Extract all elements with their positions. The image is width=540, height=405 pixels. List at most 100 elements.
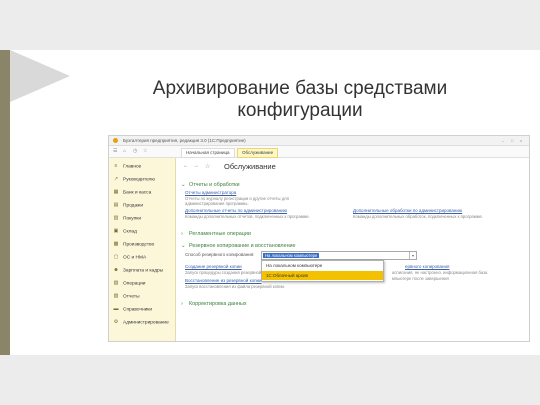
restore-backup-desc: Запуск восстановления из файла резервной… <box>185 284 286 289</box>
backup-settings-desc1: асписания, не настроено, информационная … <box>392 270 488 275</box>
main-content: ← → ☆ Обслуживание ⌄ Отчеты и обработки О… <box>177 158 529 341</box>
app-logo-icon <box>113 138 118 143</box>
sidebar-item-catalogs[interactable]: ▬ Справочники <box>113 306 175 314</box>
section-regulations-label: Регламентные операции <box>189 231 251 237</box>
chevron-down-icon: ⌄ <box>181 182 186 188</box>
operations-icon: ▧ <box>113 280 119 286</box>
dropdown-option-cloud[interactable]: 1С:Облачный архив <box>262 271 383 280</box>
sidebar-item-label: Справочники <box>123 307 153 313</box>
menu-icon[interactable]: ☰ <box>113 149 118 154</box>
additional-reports-link[interactable]: Дополнительные отчеты по администрирован… <box>185 208 287 213</box>
create-backup-link[interactable]: Создание резервной копии <box>185 264 242 269</box>
chevron-right-icon: › <box>181 301 183 307</box>
sales-icon: ▤ <box>113 202 119 208</box>
section-reports[interactable]: ⌄ Отчеты и обработки <box>181 182 240 188</box>
create-backup-desc: Запуск процедуры создания резервной <box>185 270 262 275</box>
tab-service-label: Обслуживание <box>242 150 274 155</box>
forward-icon[interactable]: → <box>193 163 199 169</box>
section-regulations[interactable]: › Регламентные операции <box>181 231 251 237</box>
slide-title-line1: Архивирование базы средствами <box>152 78 448 99</box>
admin-reports-desc2: администрирования программы. <box>185 201 249 206</box>
book-icon: ▬ <box>113 306 119 312</box>
section-data-correction[interactable]: › Корректировка данных <box>181 301 247 307</box>
backup-method-dropdown: На локальном компьютере 1С:Облачный архи… <box>261 260 384 282</box>
admin-reports-link[interactable]: Отчеты администратора <box>185 190 236 195</box>
sidebar-item-label: Руководителю <box>123 177 156 183</box>
warehouse-icon: ▣ <box>113 228 119 234</box>
sidebar-item-reports[interactable]: ▨ Отчеты <box>113 293 175 301</box>
arrow-decoration <box>10 50 70 102</box>
sidebar-item-label: Покупки <box>123 216 142 222</box>
list-icon: ≡ <box>114 163 118 169</box>
backup-method-label: Способ резервного копирования: <box>185 252 255 257</box>
toolbar: ☰ ⌂ ◷ ☆ Начальная страница Обслуживание <box>109 146 529 158</box>
maximize-button[interactable]: □ <box>511 138 516 143</box>
sidebar-item-label: Операции <box>123 281 146 287</box>
window-titlebar: Бухгалтерия предприятия, редакция 3.0 (1… <box>109 136 529 146</box>
report-icon: ▨ <box>113 293 119 299</box>
sidebar-item-production[interactable]: ▩ Производство <box>113 241 175 249</box>
sidebar-item-assets[interactable]: ▢ ОС и НМА <box>113 254 175 262</box>
minimize-button[interactable]: – <box>502 138 507 143</box>
sidebar-item-label: Главное <box>123 164 142 170</box>
dropdown-option-local[interactable]: На локальном компьютере <box>262 261 383 270</box>
section-reports-label: Отчеты и обработки <box>189 182 240 188</box>
sidebar-item-label: Отчеты <box>123 294 140 300</box>
favorite-star-icon[interactable]: ☆ <box>205 163 210 170</box>
bottom-band <box>0 355 540 405</box>
chart-icon: ↗ <box>113 176 119 182</box>
left-accent-strip <box>0 50 10 355</box>
backup-method-select[interactable]: На локальном компьютере ▾ <box>261 251 417 260</box>
sidebar-item-label: Производство <box>123 242 155 248</box>
sidebar-item-sales[interactable]: ▤ Продажи <box>113 202 175 210</box>
restore-backup-link[interactable]: Восстановление из резервной копии <box>185 278 262 283</box>
slide-title: Архивирование базы средствами конфигурац… <box>120 78 480 122</box>
cart-icon: ▥ <box>113 215 119 221</box>
sidebar-item-operations[interactable]: ▧ Операции <box>113 280 175 288</box>
app-screenshot: Бухгалтерия предприятия, редакция 3.0 (1… <box>108 135 530 342</box>
tab-start-page-label: Начальная страница <box>186 150 230 155</box>
sidebar-item-manager[interactable]: ↗ Руководителю <box>113 176 175 184</box>
page-title: Обслуживание <box>224 162 276 171</box>
top-band <box>0 0 540 50</box>
additional-processing-desc: Команды дополнительных обработок, подклю… <box>353 214 483 219</box>
sidebar-item-label: Зарплата и кадры <box>123 268 164 274</box>
sidebar-item-label: Администрирование <box>123 320 169 326</box>
close-button[interactable]: × <box>520 138 525 143</box>
slide-title-line2: конфигурации <box>237 100 363 121</box>
home-icon[interactable]: ⌂ <box>123 149 128 154</box>
backup-settings-desc2: мпьютере после завершения <box>392 276 449 281</box>
sidebar-item-label: Банк и касса <box>123 190 152 196</box>
star-icon[interactable]: ☆ <box>143 149 148 154</box>
backup-settings-link[interactable]: ервного копирования <box>405 264 449 269</box>
slide: Архивирование базы средствами конфигурац… <box>0 0 540 405</box>
chevron-down-icon: ⌄ <box>181 243 186 249</box>
section-data-label: Корректировка данных <box>189 301 247 307</box>
assets-icon: ▢ <box>113 254 119 260</box>
chevron-right-icon: › <box>181 231 183 237</box>
additional-reports-desc: Команды дополнительных отчетов, подключе… <box>185 214 310 219</box>
people-icon: ☻ <box>113 267 119 273</box>
sidebar-item-salary[interactable]: ☻ Зарплата и кадры <box>113 267 175 275</box>
section-backup-label: Резервное копирование и восстановление <box>189 243 296 249</box>
sidebar-item-bank[interactable]: ▦ Банк и касса <box>113 189 175 197</box>
back-icon[interactable]: ← <box>183 163 189 169</box>
sidebar-item-label: Склад <box>123 229 137 235</box>
sidebar-item-admin[interactable]: ⚙ Администрирование <box>113 319 175 327</box>
sidebar-item-label: ОС и НМА <box>123 255 147 261</box>
tab-service[interactable]: Обслуживание <box>237 148 279 158</box>
sidebar-item-main[interactable]: ≡ Главное <box>113 163 175 171</box>
factory-icon: ▩ <box>113 241 119 247</box>
history-icon[interactable]: ◷ <box>133 149 138 154</box>
bank-icon: ▦ <box>113 189 119 195</box>
gear-icon: ⚙ <box>113 319 119 325</box>
sidebar: ≡ Главное ↗ Руководителю ▦ Банк и касса ▤ Пр… <box>109 158 176 341</box>
sidebar-item-label: Продажи <box>123 203 144 209</box>
sidebar-item-purchases[interactable]: ▥ Покупки <box>113 215 175 223</box>
additional-processing-link[interactable]: Дополнительные обработки по администриро… <box>353 208 462 213</box>
sidebar-item-warehouse[interactable]: ▣ Склад <box>113 228 175 236</box>
section-backup[interactable]: ⌄ Резервное копирование и восстановление <box>181 243 296 249</box>
window-title: Бухгалтерия предприятия, редакция 3.0 (1… <box>123 138 246 143</box>
tab-start-page[interactable]: Начальная страница <box>181 148 235 158</box>
dropdown-arrow-icon[interactable]: ▾ <box>409 252 416 259</box>
